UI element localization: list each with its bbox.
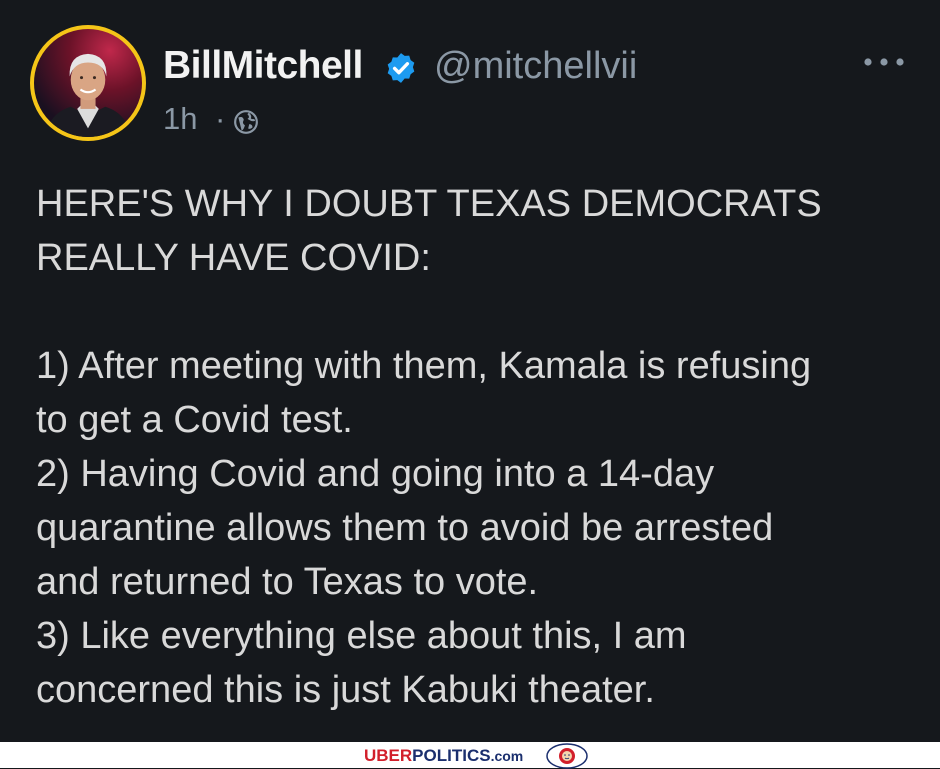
tweet-card: BillMitchell @mitchellvii 1h · HERE'S WH…	[0, 0, 940, 742]
tweet-line: 3) Like everything else about this, I am	[36, 615, 687, 657]
separator-dot: ·	[215, 101, 226, 136]
tweet-line: 1) After meeting with them, Kamala is re…	[36, 345, 812, 387]
tweet-line: quarantine allows them to avoid be arres…	[36, 507, 774, 549]
tweet-line: REALLY HAVE COVID:	[36, 237, 431, 279]
tweet-line: to get a Covid test.	[36, 399, 353, 441]
brand-main: POLITICS	[412, 746, 491, 765]
tweet-text: HERE'S WHY I DOUBT TEXAS DEMOCRATS REALL…	[36, 177, 916, 717]
verified-badge-icon	[387, 53, 415, 83]
brand-suffix: .com	[490, 748, 524, 764]
avatar[interactable]	[30, 25, 146, 141]
globe-icon	[234, 110, 258, 134]
brand-wordmark[interactable]: UBERPOLITICS.com	[364, 746, 523, 766]
user-handle[interactable]: @mitchellvii	[434, 45, 637, 88]
lion-crest-icon	[546, 743, 588, 769]
brand-prefix: UBER	[364, 746, 413, 765]
watermark-footer: UBERPOLITICS.com	[0, 742, 940, 769]
avatar-photo	[44, 53, 132, 137]
tweet-line: and returned to Texas to vote.	[36, 561, 539, 603]
tweet-line: concerned this is just Kabuki theater.	[36, 669, 655, 711]
tweet-line: 2) Having Covid and going into a 14-day	[36, 453, 715, 495]
timestamp[interactable]: 1h	[163, 101, 197, 137]
tweet-line: HERE'S WHY I DOUBT TEXAS DEMOCRATS	[36, 183, 822, 225]
more-options-icon[interactable]	[860, 50, 908, 74]
display-name[interactable]: BillMitchell	[163, 44, 363, 88]
